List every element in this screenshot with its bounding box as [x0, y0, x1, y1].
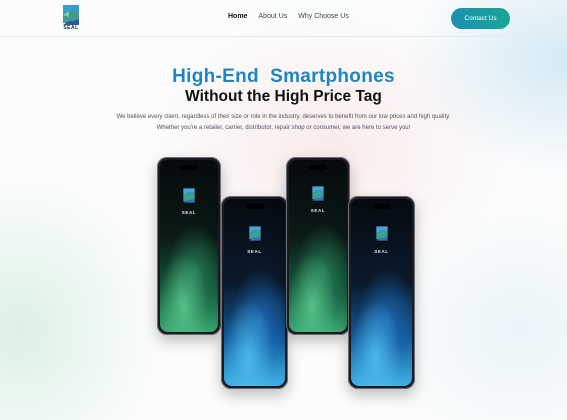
- site-header: SEAL Home About Us Why Choose Us Contact…: [0, 0, 567, 37]
- dynamic-island: [180, 165, 198, 170]
- phone-screen: SEAL: [160, 160, 218, 332]
- nav-why-choose-us-link[interactable]: Why Choose Us: [298, 13, 349, 20]
- phone-logo-text: SEAL: [310, 208, 326, 213]
- phone-logo-text: SEAL: [181, 210, 197, 215]
- phone-image-3: SEAL: [286, 157, 350, 335]
- phone-screen: SEAL: [289, 160, 347, 332]
- seal-logo-icon: [312, 186, 324, 201]
- hero-description: We believe every client, regardless of t…: [116, 114, 451, 131]
- seal-logo-icon: [183, 188, 195, 203]
- nav-about-link[interactable]: About Us: [258, 13, 287, 20]
- dynamic-island: [309, 165, 327, 170]
- seal-logo-icon: [248, 226, 261, 241]
- seal-logo-icon: [375, 226, 388, 241]
- dynamic-island: [245, 204, 264, 209]
- phone-logo-text: SEAL: [374, 249, 389, 254]
- logo-wordmark: SEAL: [63, 25, 79, 31]
- phone-image-1: SEAL: [157, 157, 221, 335]
- contact-us-button[interactable]: Contact Us: [451, 8, 510, 29]
- hero-title-primary: High-End Smartphones: [172, 66, 395, 87]
- main-nav: Home About Us Why Choose Us: [228, 13, 349, 20]
- phone-screen: SEAL: [224, 199, 285, 386]
- nav-home-link[interactable]: Home: [228, 13, 247, 20]
- phone-image-4: SEAL: [348, 196, 415, 389]
- phone-image-2: SEAL: [221, 196, 288, 389]
- phone-screen: SEAL: [351, 199, 412, 386]
- hero-title-secondary: Without the High Price Tag: [185, 88, 382, 105]
- phone-logo-text: SEAL: [247, 249, 262, 254]
- dynamic-island: [372, 204, 391, 209]
